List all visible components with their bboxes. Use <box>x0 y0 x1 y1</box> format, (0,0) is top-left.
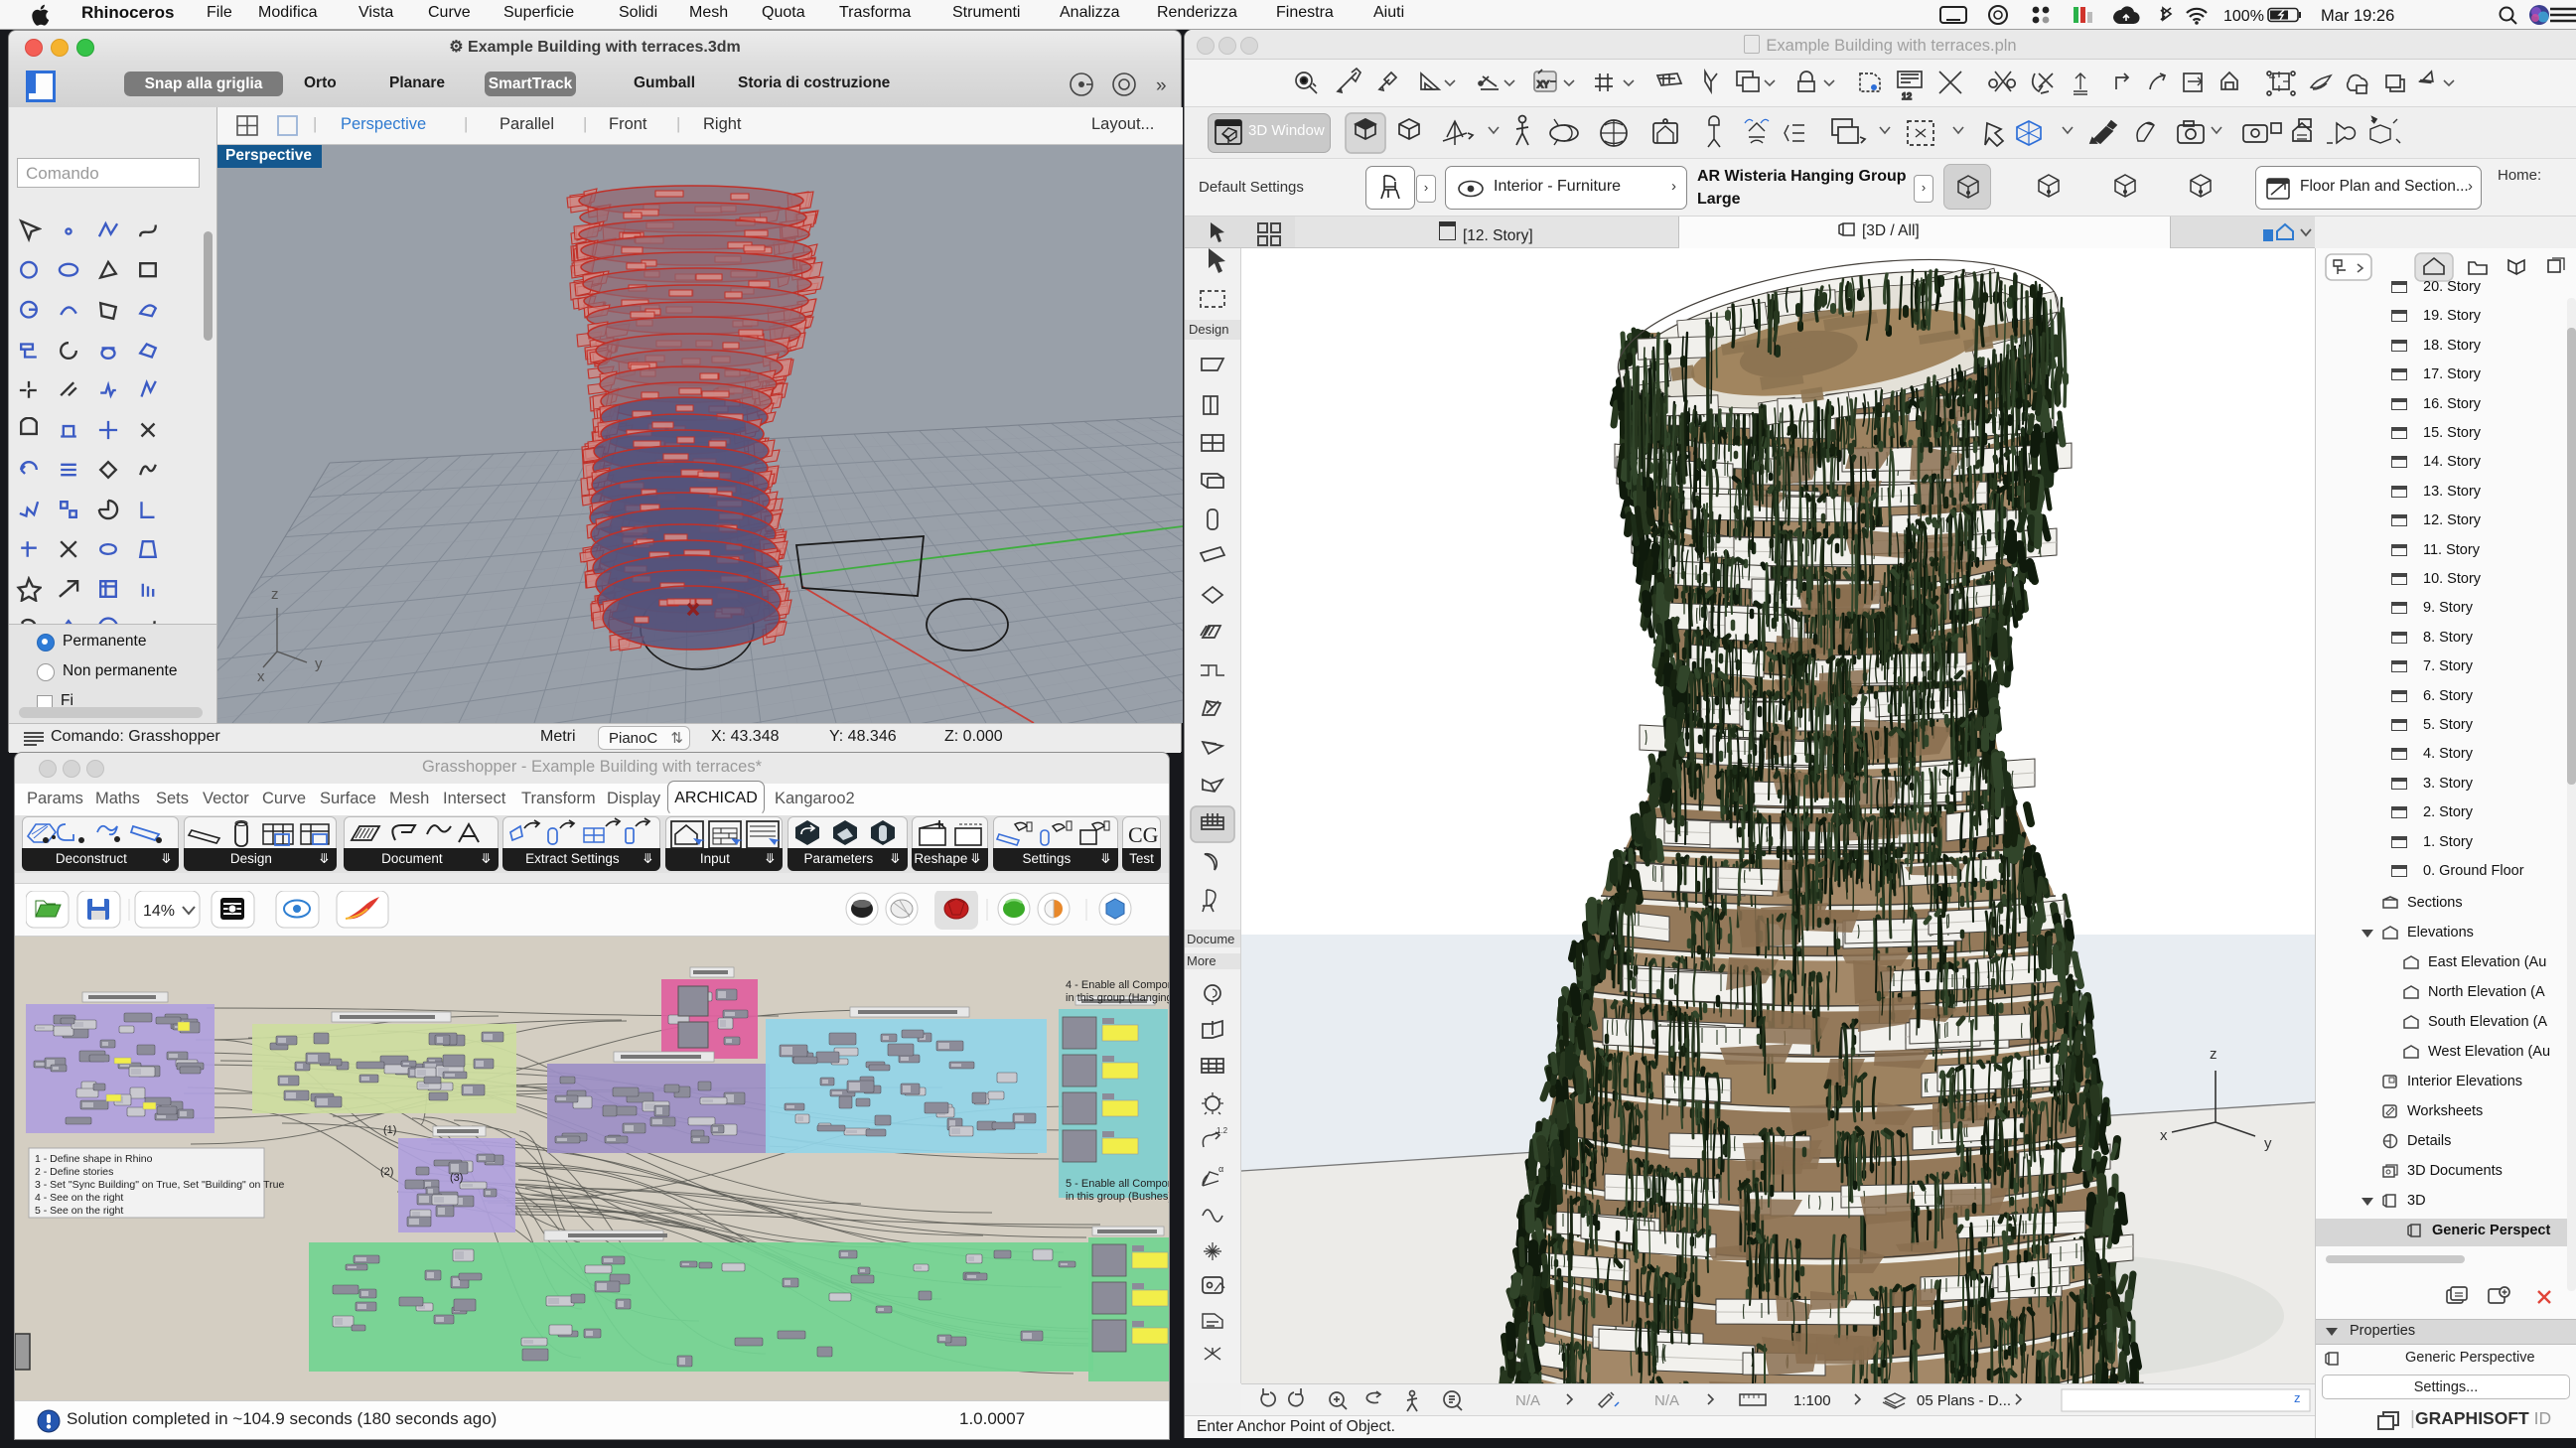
svg-text:100%: 100% <box>2223 8 2264 25</box>
svg-text:14%: 14% <box>143 903 175 920</box>
svg-text:(1): (1) <box>383 1124 396 1136</box>
svg-text:2 - Define stories: 2 - Define stories <box>35 1166 113 1178</box>
svg-text:4 - See on the right: 4 - See on the right <box>35 1192 123 1204</box>
svg-text:»: » <box>1156 75 1167 96</box>
svg-text:1:100: 1:100 <box>1793 1392 1831 1409</box>
svg-text:(2): (2) <box>380 1166 393 1178</box>
svg-text:3 - Set "Sync Building" on Tru: 3 - Set "Sync Building" on True, Set "Bu… <box>35 1179 284 1191</box>
svg-text:z: z <box>2294 1390 2301 1405</box>
svg-text:05 Plans - D...: 05 Plans - D... <box>1917 1392 2011 1409</box>
svg-text:α: α <box>1218 1164 1223 1174</box>
svg-text:x: x <box>2160 1127 2168 1144</box>
svg-text:CG: CG <box>1128 822 1159 847</box>
svg-text:Mar 19:26: Mar 19:26 <box>2321 7 2394 25</box>
svg-text:y: y <box>2264 1135 2272 1152</box>
svg-text:x: x <box>257 668 265 685</box>
svg-text:N/A: N/A <box>1654 1392 1679 1409</box>
svg-text:5 - Enable all Components: 5 - Enable all Components <box>1066 1178 1169 1190</box>
svg-text:z: z <box>271 586 279 603</box>
svg-text:in this group (Hangings): in this group (Hangings) <box>1066 992 1169 1004</box>
svg-text:1 - Define shape in Rhino: 1 - Define shape in Rhino <box>35 1153 153 1165</box>
svg-text:z: z <box>2210 1046 2218 1063</box>
svg-text:12: 12 <box>1902 91 1912 101</box>
svg-text:4 - Enable all Components: 4 - Enable all Components <box>1066 979 1169 991</box>
svg-text:(3): (3) <box>450 1172 463 1184</box>
svg-text:y: y <box>315 655 323 672</box>
svg-text:1.2: 1.2 <box>1216 1126 1228 1135</box>
svg-text:N/A: N/A <box>1515 1392 1540 1409</box>
svg-text:5 - See on the right: 5 - See on the right <box>35 1205 123 1217</box>
svg-text:in this group (Bushes): in this group (Bushes) <box>1066 1191 1169 1203</box>
svg-text:XY: XY <box>1537 79 1549 89</box>
